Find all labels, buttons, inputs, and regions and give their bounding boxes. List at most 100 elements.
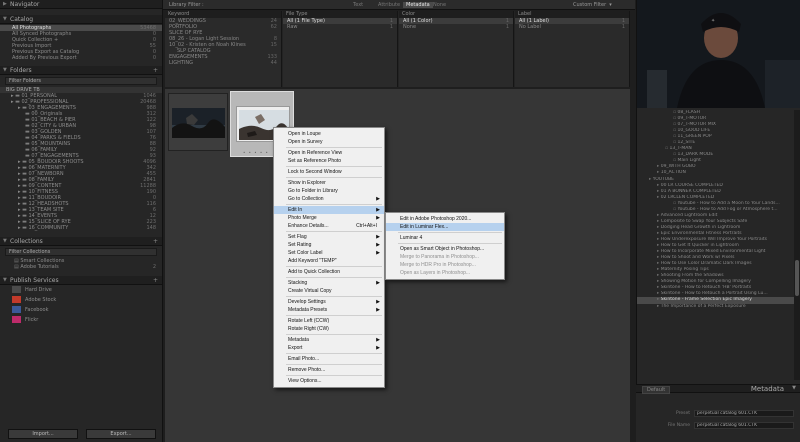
publish-service-item[interactable]: Hard Drive xyxy=(0,285,162,295)
menu-item[interactable]: Set Color Label ▶ xyxy=(274,249,384,257)
menu-item[interactable]: Edit in Luminar Flex... xyxy=(386,223,504,231)
menu-item[interactable]: Edit in Adobe Photoshop 2020... xyxy=(386,215,504,223)
submenu-arrow-icon: ▶ xyxy=(376,250,380,256)
menu-item-label: Go to Folder in Library xyxy=(288,188,338,194)
metadata-row[interactable]: LIGHTING 44 xyxy=(165,60,281,66)
metadata-column-header[interactable]: File Type xyxy=(283,11,397,18)
folders-filter-input[interactable]: Filter Folders xyxy=(5,77,157,85)
menu-item[interactable]: Add Keyword "TEMP" xyxy=(274,257,384,265)
collapse-triangle-icon[interactable]: ▼ xyxy=(3,237,7,246)
menu-item[interactable]: View Options... xyxy=(274,377,384,385)
webcam-overlay: ✦ xyxy=(637,0,800,108)
collapse-triangle-icon[interactable]: ▶ xyxy=(3,0,7,9)
photo-thumbnail[interactable] xyxy=(172,108,225,138)
menu-item[interactable]: Open in Loupe xyxy=(274,130,384,138)
metadata-row[interactable]: No Label 1 xyxy=(515,24,629,30)
menu-item[interactable]: Create Virtual Copy xyxy=(274,287,384,295)
publish-service-item[interactable]: Flickr xyxy=(0,315,162,325)
menu-item[interactable]: Go to Folder in Library xyxy=(274,187,384,195)
collection-tree-item[interactable]: ▸ The Importance of a Perfect Exposure xyxy=(637,304,800,310)
menu-item-label: Open in Reference View xyxy=(288,150,343,156)
import-button[interactable]: Import... xyxy=(8,429,78,439)
filter-tab[interactable]: None xyxy=(433,2,446,8)
menu-item[interactable]: Set as Reference Photo xyxy=(274,157,384,165)
folder-item[interactable]: ▸ ▬ 16_COMMUNITY 148 xyxy=(0,225,162,231)
collection-tree-label: Main Light xyxy=(677,158,701,164)
export-button[interactable]: Export... xyxy=(86,429,156,439)
menu-item[interactable]: Metadata ▶ xyxy=(274,336,384,344)
metadata-column-header[interactable]: Label xyxy=(515,11,629,18)
scrollbar-thumb[interactable] xyxy=(795,260,799,296)
collection-tree-label: 13_DARK MODE xyxy=(677,152,714,158)
collections-header[interactable]: ▼ Collections + xyxy=(0,237,162,246)
metadata-row[interactable]: None 1 xyxy=(399,24,513,30)
menu-item[interactable]: Remove Photo... xyxy=(274,366,384,374)
navigator-header[interactable]: ▶ Navigator xyxy=(0,0,162,9)
metadata-column: Color All (1 Color) 1 None 1 xyxy=(399,11,514,87)
menu-item[interactable]: Stacking ▶ xyxy=(274,279,384,287)
collection-tree-label: Skintone - How to Retouch a Portrait Usi… xyxy=(660,291,768,297)
filter-tab[interactable]: Attribute xyxy=(378,2,400,8)
metadata-default-dropdown[interactable]: Default xyxy=(642,386,671,394)
menu-item[interactable]: Show in Explorer xyxy=(274,179,384,187)
menu-item[interactable]: Open in Survey xyxy=(274,138,384,146)
menu-item[interactable]: Export ▶ xyxy=(274,344,384,352)
metadata-column: Keyword 02_WEDDINGS 24 PORTFOLIO 62 SLICE OF … xyxy=(165,11,282,87)
publish-services-label: Publish Services xyxy=(10,277,59,284)
add-collection-icon[interactable]: + xyxy=(153,237,158,246)
publish-services-header[interactable]: ▼ Publish Services + xyxy=(0,276,162,285)
right-scrollbar[interactable] xyxy=(794,110,800,380)
collections-filter-placeholder: Filter Collections xyxy=(9,249,51,255)
collection-tree-label: 13_T-MAN xyxy=(669,146,692,152)
add-folder-icon[interactable]: + xyxy=(153,66,158,75)
metadata-column-header[interactable]: Color xyxy=(399,11,513,18)
collection-tree-label: Advanced Lightroom Edit xyxy=(660,212,718,218)
collapse-triangle-icon[interactable]: ▼ xyxy=(792,385,796,391)
menu-item[interactable]: Set Rating ▶ xyxy=(274,241,384,249)
catalog-item[interactable]: Added By Previous Export 0 xyxy=(0,55,162,61)
publish-service-item[interactable]: Facebook xyxy=(0,305,162,315)
collapse-triangle-icon[interactable]: ▼ xyxy=(3,276,7,285)
menu-item[interactable]: Enhance Details... Ctrl+Alt+I xyxy=(274,222,384,230)
collections-filter-input[interactable]: Filter Collections xyxy=(5,248,157,256)
menu-item[interactable]: Lock to Second Window xyxy=(274,168,384,176)
menu-item[interactable]: Rotate Right (CW) xyxy=(274,325,384,333)
publish-service-item[interactable]: Adobe Stock xyxy=(0,295,162,305)
menu-item[interactable]: Go to Collection ▶ xyxy=(274,195,384,203)
menu-item[interactable]: Open in Reference View xyxy=(274,149,384,157)
custom-filter-dropdown[interactable]: Custom Filter ▾ xyxy=(573,2,612,8)
filter-tab[interactable]: Text xyxy=(353,2,363,8)
collapse-triangle-icon[interactable]: ▼ xyxy=(3,66,7,75)
collection-tree-label: 10_ACTION xyxy=(660,170,686,176)
metadata-header[interactable]: Default Metadata ▼ xyxy=(636,384,800,394)
menu-item[interactable]: Add to Quick Collection xyxy=(274,268,384,276)
menu-item[interactable]: Rotate Left (CCW) xyxy=(274,317,384,325)
menu-item[interactable]: Open as Smart Object in Photoshop... xyxy=(386,245,504,253)
menu-item[interactable]: Edit In ▶ xyxy=(274,206,384,214)
collection-tree-label: How Underexposure Will Improve Your Port… xyxy=(660,236,767,242)
metadata-column-header[interactable]: Keyword xyxy=(165,11,281,18)
menu-item-label: Set Rating xyxy=(288,242,312,248)
catalog-header[interactable]: ▼ Catalog xyxy=(0,15,162,24)
folders-header[interactable]: ▼ Folders + xyxy=(0,66,162,75)
menu-item[interactable]: Luminar 4 xyxy=(386,234,504,242)
collapse-triangle-icon[interactable]: ▼ xyxy=(3,15,7,24)
filter-tab[interactable]: Metadata xyxy=(403,2,433,8)
add-publish-service-icon[interactable]: + xyxy=(153,276,158,285)
menu-item[interactable]: Set Flag ▶ xyxy=(274,233,384,241)
menu-item[interactable]: Photo Merge ▶ xyxy=(274,214,384,222)
thumbnail-cell[interactable] xyxy=(168,93,228,151)
menu-separator xyxy=(286,353,382,354)
menu-item-label: Merge to HDR Pro in Photoshop... xyxy=(400,262,476,268)
menu-item[interactable]: Develop Settings ▶ xyxy=(274,298,384,306)
menu-item-label: Open as Layers in Photoshop... xyxy=(400,270,471,276)
metadata-browser: Keyword 02_WEDDINGS 24 PORTFOLIO 62 SLICE OF … xyxy=(165,11,630,87)
menu-item[interactable]: Metadata Presets ▶ xyxy=(274,306,384,314)
preset-dropdown[interactable]: perpetual catalog 601.CTK xyxy=(694,410,794,417)
collection-item[interactable]: ▤ Adobe Tutorials 2 xyxy=(0,264,162,270)
menu-item[interactable]: Email Photo... xyxy=(274,355,384,363)
metadata-row[interactable]: Raw 1 xyxy=(283,24,397,30)
menu-item: Open as Layers in Photoshop... xyxy=(386,269,504,277)
file-name-field[interactable]: perpetual catalog 601.CTK xyxy=(694,422,794,429)
menu-item-label: Photo Merge xyxy=(288,215,317,221)
